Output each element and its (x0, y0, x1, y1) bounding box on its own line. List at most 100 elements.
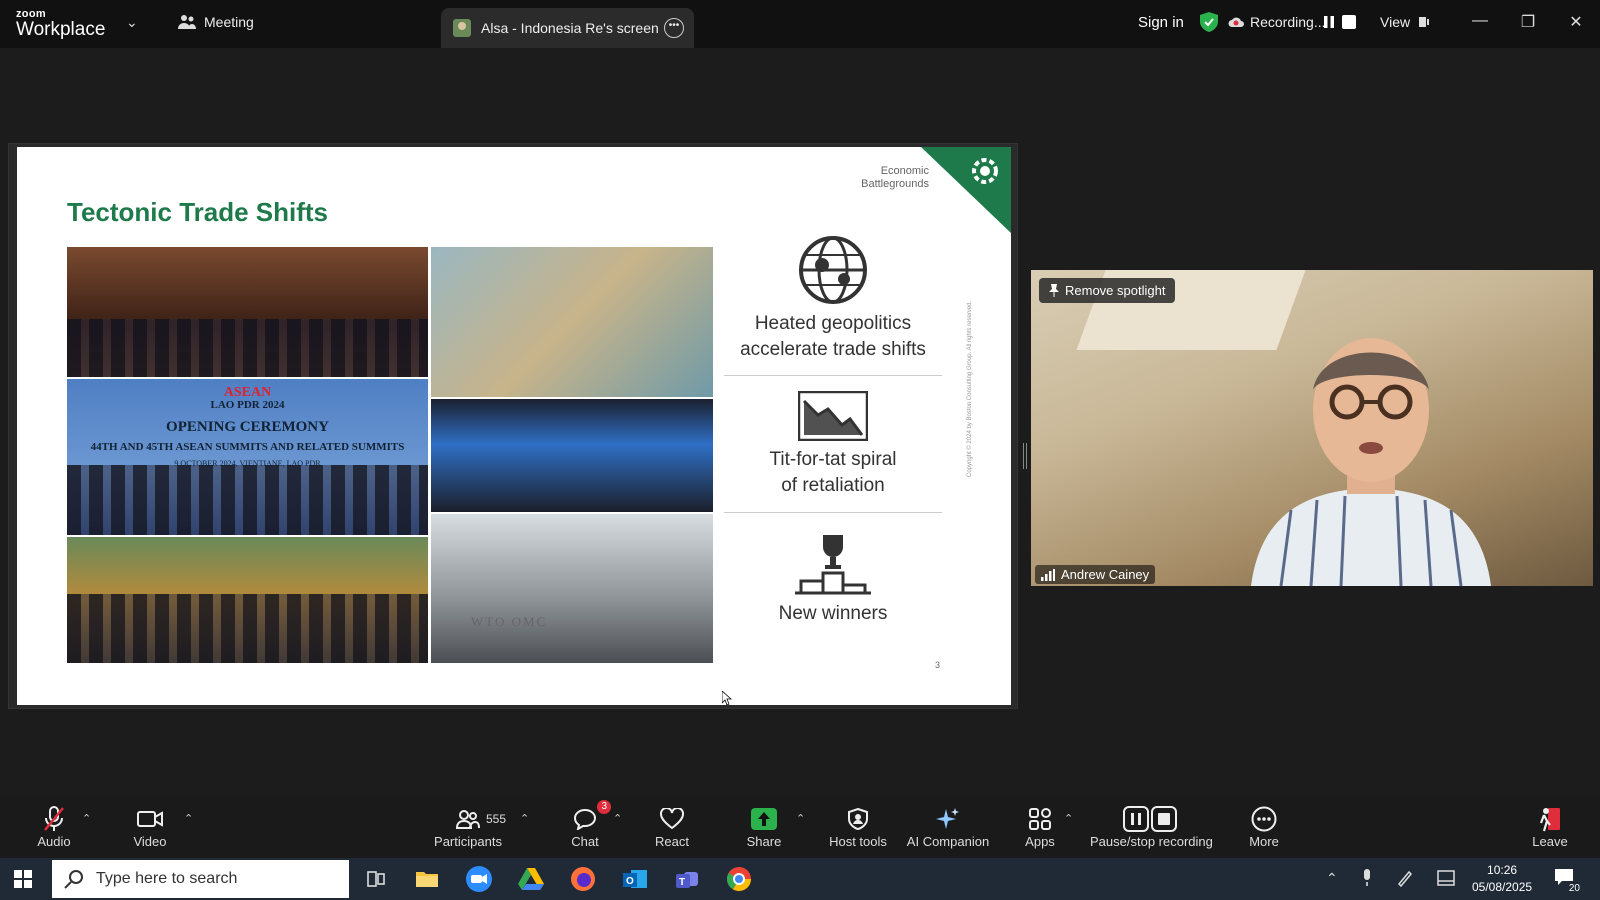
cloud-recording-icon (1228, 17, 1244, 27)
remove-spotlight-button[interactable]: Remove spotlight (1039, 278, 1176, 303)
ai-companion-button[interactable]: AI Companion (906, 806, 990, 849)
key-point-retaliation: Tit-for-tat spiral of retaliation (724, 391, 942, 499)
participant-video-tile[interactable]: Remove spotlight Andrew Cainey (1031, 270, 1593, 586)
show-hidden-icons-chevron-icon[interactable]: ⌃ (1326, 870, 1338, 887)
react-label: React (655, 834, 689, 849)
corner-gear-logo-icon (921, 147, 1011, 233)
declining-chart-icon (798, 391, 868, 441)
audio-button[interactable]: Audio (34, 806, 74, 849)
photo-trade-talks (67, 247, 428, 377)
resize-handle[interactable] (1023, 443, 1027, 469)
trophy-podium-icon (795, 535, 871, 595)
asean-summits-text: 44TH AND 45TH ASEAN SUMMITS AND RELATED … (90, 441, 405, 453)
microphone-tray-icon[interactable] (1362, 869, 1372, 887)
teams-icon[interactable]: T (673, 865, 701, 893)
divider (724, 375, 942, 376)
pause-stop-recording-button[interactable]: Pause/stop recording (1090, 806, 1213, 849)
stop-recording-icon[interactable] (1342, 15, 1356, 29)
tablet-mode-icon[interactable] (1437, 870, 1455, 886)
microphone-muted-icon (44, 806, 64, 831)
minimize-icon[interactable]: — (1470, 12, 1490, 30)
host-shield-icon (848, 808, 868, 830)
search-placeholder: Type here to search (96, 870, 238, 887)
taskbar-clock[interactable]: 10:26 05/08/2025 (1472, 862, 1532, 896)
tab-meeting-label: Meeting (204, 14, 254, 30)
outlook-icon[interactable]: O (621, 865, 649, 893)
taskbar-search-box[interactable]: Type here to search (52, 860, 349, 898)
notifications-button[interactable]: 20 (1554, 868, 1580, 894)
photo-world-economic-forum (431, 399, 713, 512)
video-label: Video (133, 834, 167, 849)
title-bar: zoom Workplace ⌄ Meeting Alsa - Indonesi… (0, 0, 1600, 48)
view-layout-icon (1419, 17, 1430, 27)
file-explorer-icon[interactable] (413, 865, 441, 893)
chat-button[interactable]: 3 Chat (567, 800, 611, 849)
tab-meeting[interactable]: Meeting (178, 14, 254, 30)
close-icon[interactable]: ✕ (1566, 12, 1586, 32)
search-icon (64, 870, 83, 889)
pause-stop-label: Pause/stop recording (1090, 834, 1213, 849)
audio-label: Audio (37, 834, 71, 849)
apps-button[interactable]: Apps (1020, 806, 1060, 849)
wto-sign-text: WTO OMC (471, 614, 548, 629)
google-drive-icon[interactable] (517, 865, 545, 893)
pin-icon (1049, 284, 1059, 297)
pause-recording-icon[interactable] (1322, 15, 1336, 29)
signal-strength-icon (1041, 568, 1055, 581)
audio-options-chevron-icon[interactable]: ⌃ (82, 812, 91, 825)
react-button[interactable]: React (650, 806, 694, 849)
firefox-icon[interactable] (569, 865, 597, 893)
camera-icon (137, 811, 163, 827)
clock-time: 10:26 (1487, 863, 1518, 877)
tab-shared-screen[interactable]: Alsa - Indonesia Re's screen ••• (441, 8, 694, 48)
apps-options-chevron-icon[interactable]: ⌃ (1064, 812, 1073, 825)
sign-in-link[interactable]: Sign in (1138, 14, 1184, 31)
chat-label: Chat (571, 834, 599, 849)
chevron-down-icon[interactable]: ⌄ (126, 14, 138, 31)
meeting-stage: Tectonic Trade Shifts Economic Battlegro… (0, 48, 1600, 796)
share-button[interactable]: Share (744, 806, 784, 849)
video-button[interactable]: Video (130, 806, 170, 849)
chat-options-chevron-icon[interactable]: ⌃ (613, 812, 622, 825)
asean-sub-text: LAO PDR 2024 (210, 399, 285, 411)
leave-button[interactable]: Leave (1532, 806, 1568, 849)
heart-icon (660, 808, 684, 830)
chat-unread-badge: 3 (597, 800, 611, 814)
participants-label: Participants (434, 834, 502, 849)
view-menu[interactable]: View (1380, 14, 1430, 30)
zoom-workplace-logo[interactable]: zoom Workplace (16, 9, 105, 40)
participant-name-tag: Andrew Cainey (1035, 565, 1156, 584)
task-view-icon[interactable] (362, 865, 390, 893)
key-point-new-winners: New winners (724, 533, 942, 627)
slide-brand: Economic Battlegrounds (839, 165, 929, 191)
participant-video-feed (1251, 338, 1491, 586)
key-point-geopolitics: Heated geopolitics accelerate trade shif… (724, 235, 942, 363)
remove-spotlight-label: Remove spotlight (1065, 283, 1166, 298)
host-tools-button[interactable]: Host tools (826, 806, 890, 849)
participants-options-chevron-icon[interactable]: ⌃ (520, 812, 529, 825)
host-tools-label: Host tools (829, 834, 887, 849)
recording-status[interactable]: Recording... (1228, 14, 1325, 30)
share-options-chevron-icon[interactable]: ⌃ (796, 812, 805, 825)
slide-copyright: Copyright © 2024 by Boston Consulting Gr… (967, 300, 973, 477)
windows-taskbar: Type here to search O T ⌃ 10:26 05/08/20… (0, 858, 1600, 900)
chrome-icon[interactable] (725, 865, 753, 893)
brand-line-2: Battlegrounds (861, 178, 929, 190)
asean-ceremony-text: OPENING CEREMONY (166, 419, 329, 435)
key-point-3-line-1: New winners (778, 603, 888, 624)
more-options-icon[interactable]: ••• (664, 18, 684, 38)
meeting-toolbar: Audio ⌃ Video ⌃ Participants 555 ⌃ 3 Cha… (0, 796, 1600, 858)
video-options-chevron-icon[interactable]: ⌃ (184, 812, 193, 825)
encryption-shield-icon[interactable] (1200, 12, 1218, 32)
notification-count: 20 (1568, 883, 1580, 894)
pen-tray-icon[interactable] (1396, 869, 1414, 887)
more-button[interactable]: More (1246, 806, 1282, 849)
windows-start-icon[interactable] (14, 870, 32, 888)
slide-title: Tectonic Trade Shifts (67, 197, 329, 227)
photo-map-speaker (431, 247, 713, 397)
pause-stop-icon (1123, 806, 1177, 832)
zoom-app-icon[interactable] (465, 865, 493, 893)
share-screen-icon (751, 808, 777, 830)
sharer-avatar-icon (453, 19, 471, 37)
restore-icon[interactable]: ❐ (1518, 12, 1538, 32)
